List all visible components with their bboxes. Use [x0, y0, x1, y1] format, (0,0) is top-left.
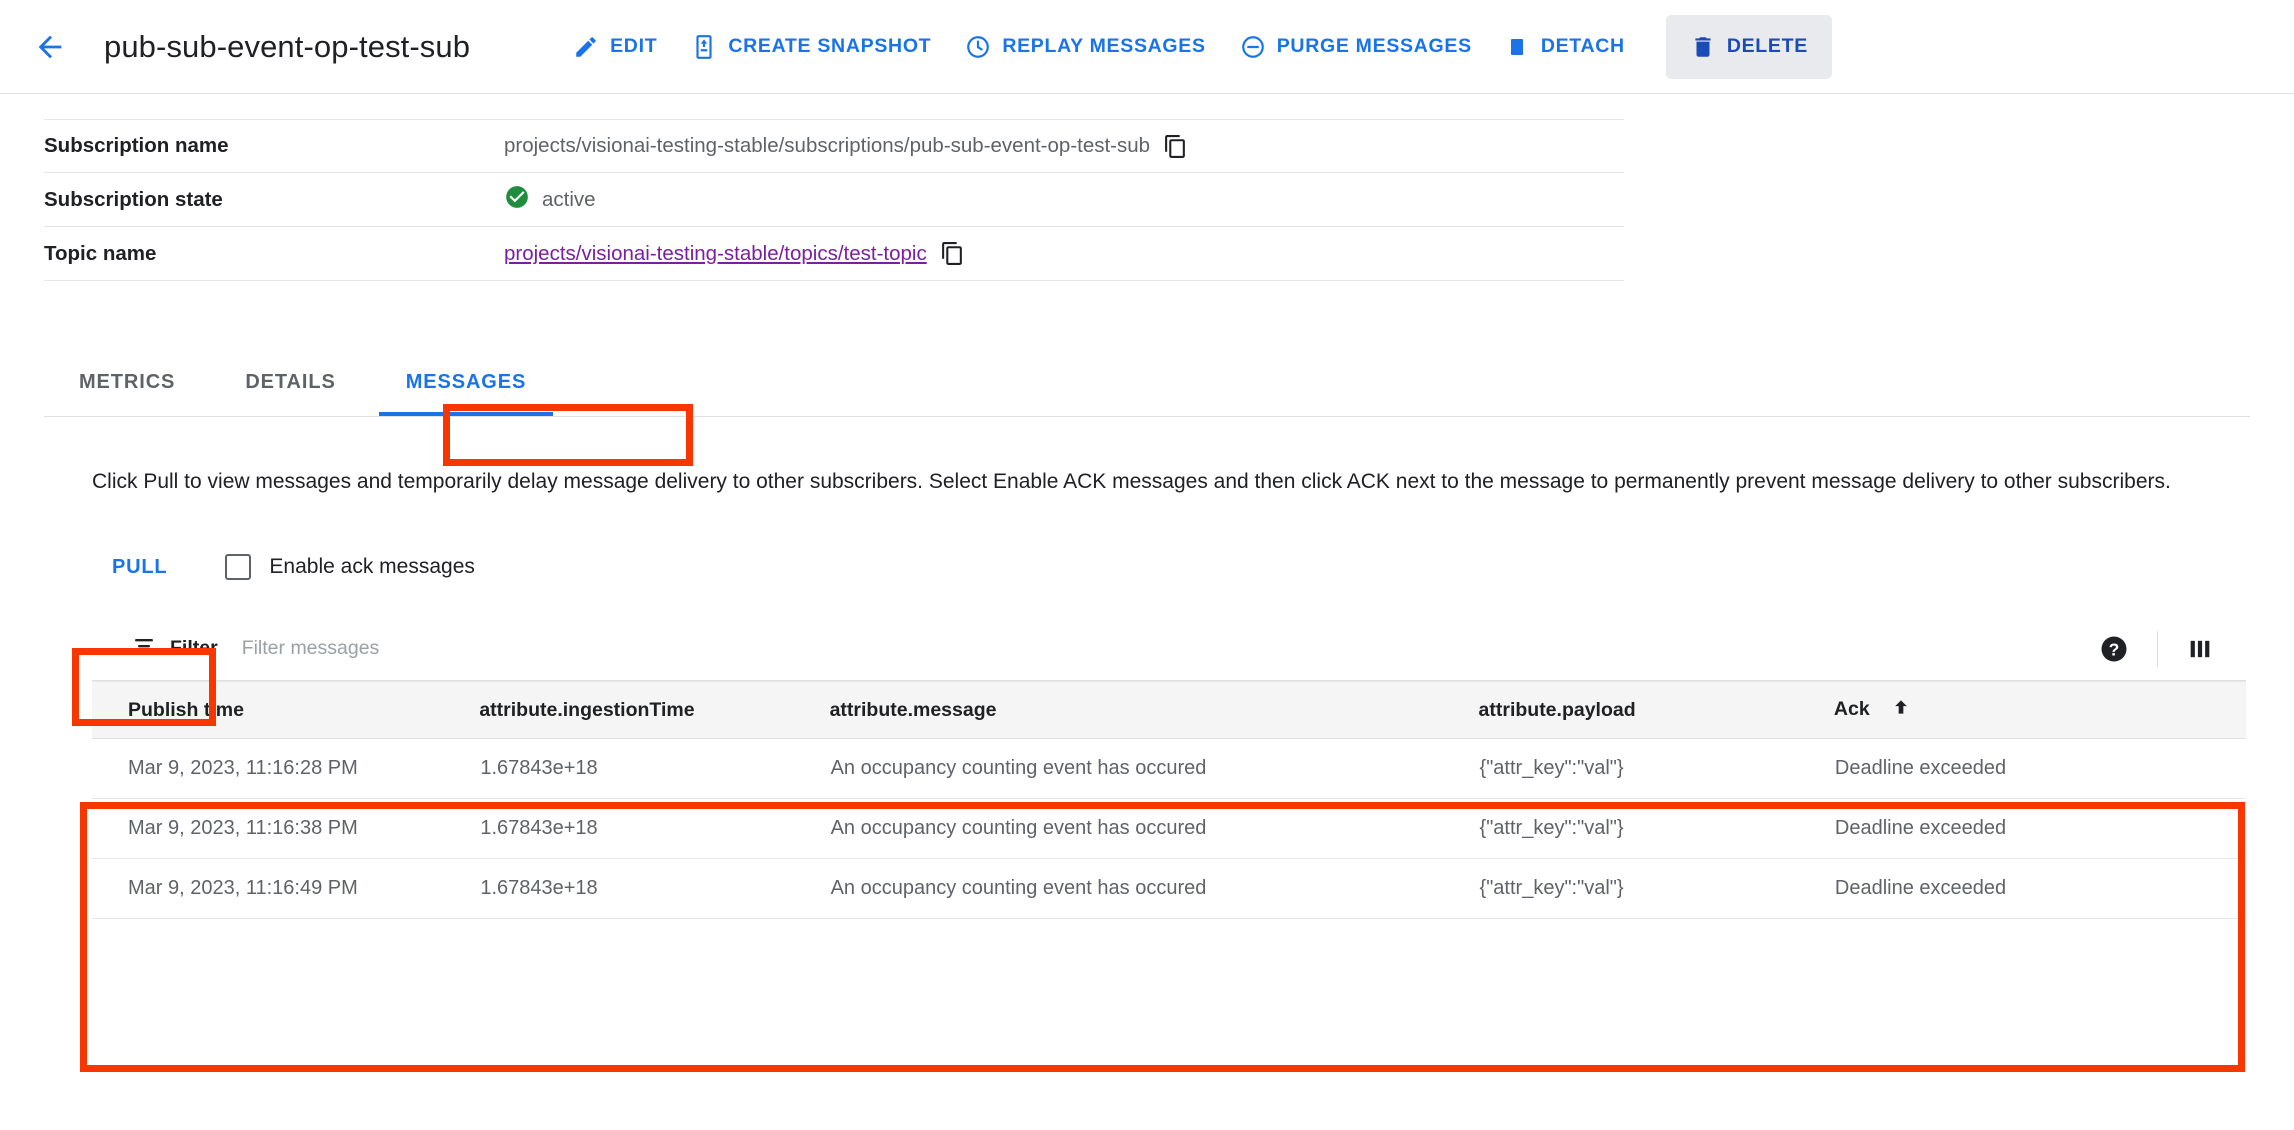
tab-bar: METRICS DETAILS MESSAGES: [44, 371, 2250, 417]
tab-metrics[interactable]: METRICS: [44, 371, 210, 416]
checkbox-box[interactable]: [225, 554, 252, 581]
svg-text:?: ?: [2109, 639, 2120, 659]
cell-ingestion-time: 1.67843e+18: [479, 798, 830, 860]
subscription-state-text: active: [542, 187, 596, 211]
table-footer-space: [92, 919, 2246, 953]
table-row[interactable]: Mar 9, 2023, 11:16:28 PM 1.67843e+18 An …: [92, 738, 2246, 800]
cell-ack: Deadline exceeded: [1833, 738, 2246, 800]
property-row-topic-name: Topic name projects/visionai-testing-sta…: [44, 227, 1624, 281]
messages-table: Publish time attribute.ingestionTime att…: [92, 681, 2246, 920]
cell-publish-time: Mar 9, 2023, 11:16:38 PM: [92, 798, 480, 860]
property-key: Subscription state: [44, 187, 223, 211]
arrow-left-icon: [33, 30, 67, 64]
detach-button[interactable]: DETACH: [1489, 21, 1642, 73]
cell-message: An occupancy counting event has occured: [829, 798, 1479, 860]
help-circle-icon[interactable]: ?: [2071, 634, 2157, 664]
trash-icon: [1690, 34, 1716, 60]
property-row-subscription-name: Subscription name projects/visionai-test…: [44, 119, 1624, 173]
tab-bar-wrapper: METRICS DETAILS MESSAGES: [0, 371, 2294, 417]
tab-details-label: DETAILS: [245, 371, 336, 393]
replay-messages-button-label: REPLAY MESSAGES: [1002, 35, 1206, 57]
column-settings-icon[interactable]: [2158, 635, 2242, 663]
enable-ack-messages-label: Enable ack messages: [269, 555, 475, 579]
cell-ingestion-time: 1.67843e+18: [479, 738, 830, 800]
tab-details[interactable]: DETAILS: [210, 371, 370, 416]
topic-name-link[interactable]: projects/visionai-testing-stable/topics/…: [504, 242, 927, 266]
subscription-properties: Subscription name projects/visionai-test…: [0, 119, 2294, 281]
table-row[interactable]: Mar 9, 2023, 11:16:49 PM 1.67843e+18 An …: [92, 858, 2246, 920]
minus-circle-icon: [1240, 34, 1266, 60]
pull-button[interactable]: PULL: [92, 542, 187, 593]
cell-payload: {"attr_key":"val"}: [1478, 798, 1834, 860]
filter-label: Filter: [170, 637, 218, 660]
header-actions: EDIT CREATE SNAPSHOT REPLAY MESSAGES PUR…: [556, 14, 1854, 79]
cell-publish-time: Mar 9, 2023, 11:16:28 PM: [92, 738, 480, 800]
cell-message: An occupancy counting event has occured: [829, 858, 1479, 920]
edit-button-label: EDIT: [610, 35, 658, 57]
pencil-icon: [573, 34, 599, 60]
property-value: projects/visionai-testing-stable/topics/…: [504, 241, 965, 266]
cell-ack: Deadline exceeded: [1833, 798, 2246, 860]
tab-metrics-label: METRICS: [79, 371, 176, 393]
property-key: Topic name: [44, 241, 157, 265]
table-header-row: Publish time attribute.ingestionTime att…: [92, 681, 2246, 740]
property-value: projects/visionai-testing-stable/subscri…: [504, 134, 1188, 159]
snapshot-icon: [691, 34, 717, 60]
column-header-ack[interactable]: Ack: [1833, 681, 2246, 740]
create-snapshot-button[interactable]: CREATE SNAPSHOT: [674, 20, 948, 74]
cell-payload: {"attr_key":"val"}: [1478, 738, 1834, 800]
table-row[interactable]: Mar 9, 2023, 11:16:38 PM 1.67843e+18 An …: [92, 798, 2246, 860]
copy-icon[interactable]: [1163, 134, 1188, 159]
property-key: Subscription name: [44, 134, 229, 157]
check-circle-icon: [504, 184, 530, 216]
filter-icon: [132, 634, 156, 663]
filter-trigger[interactable]: Filter: [132, 634, 218, 663]
tab-messages-label: MESSAGES: [405, 371, 527, 393]
messages-table-body: Mar 9, 2023, 11:16:28 PM 1.67843e+18 An …: [92, 738, 2246, 920]
enable-ack-messages-checkbox[interactable]: Enable ack messages: [225, 554, 475, 581]
status-badge: active: [504, 184, 596, 216]
create-snapshot-button-label: CREATE SNAPSHOT: [728, 35, 932, 57]
clock-icon: [965, 34, 991, 60]
cell-payload: {"attr_key":"val"}: [1478, 858, 1834, 920]
property-value: active: [504, 184, 596, 216]
delete-button-label: DELETE: [1726, 35, 1808, 57]
square-icon: [1506, 35, 1530, 59]
column-header-ack-label: Ack: [1833, 698, 1870, 721]
purge-messages-button-label: PURGE MESSAGES: [1276, 35, 1472, 57]
copy-icon[interactable]: [940, 241, 965, 266]
filter-bar: Filter Filter messages ?: [92, 617, 2246, 682]
page-title: pub-sub-event-op-test-sub: [104, 28, 471, 64]
messages-card: Filter Filter messages ? Publish time at…: [92, 617, 2246, 953]
cell-publish-time: Mar 9, 2023, 11:16:49 PM: [92, 858, 480, 920]
arrow-up-icon: [1891, 697, 1911, 723]
cell-message: An occupancy counting event has occured: [829, 738, 1479, 800]
column-header-ingestion-time[interactable]: attribute.ingestionTime: [479, 681, 830, 740]
column-header-payload[interactable]: attribute.payload: [1478, 681, 1834, 740]
detach-button-label: DETACH: [1540, 35, 1625, 57]
filter-input[interactable]: Filter messages: [242, 637, 380, 660]
messages-table-head: Publish time attribute.ingestionTime att…: [92, 681, 2246, 740]
subscription-name-text: projects/visionai-testing-stable/subscri…: [504, 134, 1151, 157]
column-header-message[interactable]: attribute.message: [829, 681, 1479, 740]
cell-ack: Deadline exceeded: [1833, 858, 2246, 920]
filter-bar-actions: ?: [2071, 630, 2242, 667]
app-header: pub-sub-event-op-test-sub EDIT CREATE SN…: [0, 0, 2294, 94]
property-row-subscription-state: Subscription state active: [44, 173, 1624, 227]
pull-controls: PULL Enable ack messages: [92, 539, 2294, 595]
messages-description: Click Pull to view messages and temporar…: [92, 470, 2171, 493]
tab-messages[interactable]: MESSAGES: [371, 371, 562, 416]
replay-messages-button[interactable]: REPLAY MESSAGES: [948, 20, 1222, 74]
edit-button[interactable]: EDIT: [556, 20, 674, 74]
purge-messages-button[interactable]: PURGE MESSAGES: [1223, 20, 1489, 74]
cell-ingestion-time: 1.67843e+18: [479, 858, 830, 920]
column-header-publish-time[interactable]: Publish time: [92, 681, 480, 740]
delete-button[interactable]: DELETE: [1665, 14, 1832, 79]
back-button[interactable]: [22, 19, 78, 75]
